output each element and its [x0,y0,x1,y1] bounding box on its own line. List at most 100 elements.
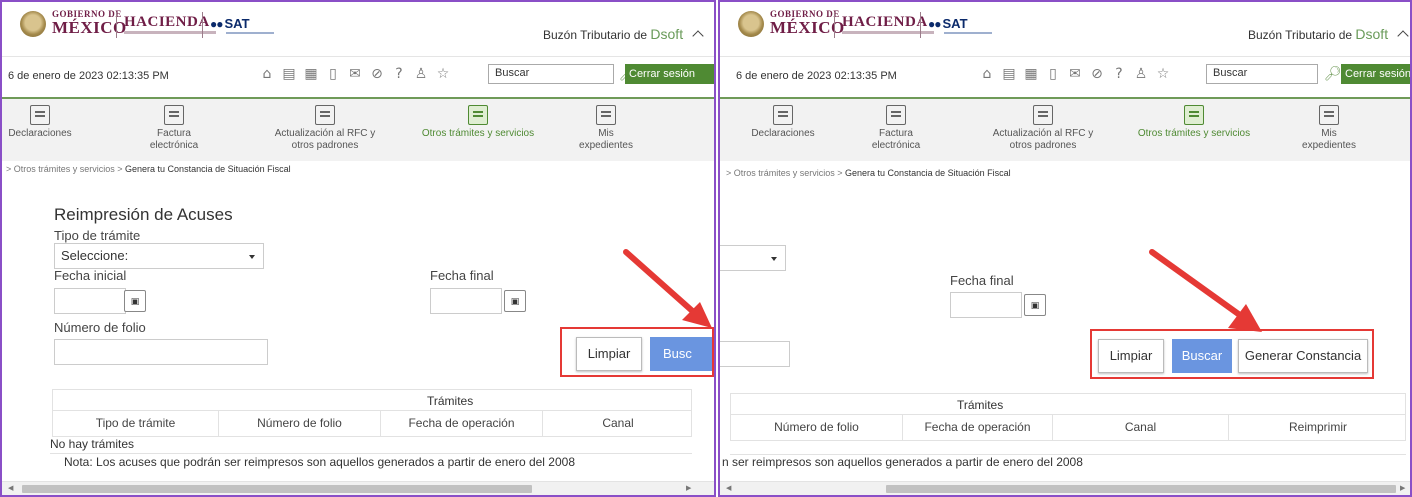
search-input[interactable]: Buscar [1206,64,1318,84]
mexico-seal-icon [738,11,764,37]
search-input[interactable]: Buscar [488,64,614,84]
scrollbar-thumb[interactable] [22,485,532,493]
buzon-tributario[interactable]: Buzón Tributario de Dsoft [543,26,705,42]
nav-actualizacion-rfc[interactable]: Actualización al RFC y otros padrones [978,105,1108,151]
compass-icon[interactable]: ⊘ [368,65,386,83]
screenshot-right: GOBIERNO DE MÉXICO HACIENDA ●● SAT Buzón … [718,0,1412,497]
logout-button[interactable]: Cerrar sesión [1341,64,1410,84]
column-header[interactable]: Fecha de operación [903,415,1053,440]
scroll-right-icon[interactable]: ▶ [686,484,691,492]
table-caption: Trámites [730,393,1406,415]
mexico-seal-icon [20,11,46,37]
home-icon[interactable]: ⌂ [258,65,276,83]
document-icon[interactable]: ▤ [1000,65,1018,83]
nav-mis-expedientes[interactable]: Mis expedientes [576,105,636,151]
hacienda-logo[interactable]: HACIENDA [124,14,210,31]
expedientes-icon [596,105,616,125]
logo-divider [920,12,921,38]
column-header[interactable]: Número de folio [731,415,903,440]
table-divider [50,453,692,454]
factura-icon [886,105,906,125]
nav-declaraciones[interactable]: Declaraciones [8,105,72,140]
book-icon[interactable]: ▯ [1044,65,1062,83]
scroll-left-icon[interactable]: ◀ [8,484,13,492]
highlight-box [1090,329,1374,379]
sat-dots-icon: ●● [928,17,941,31]
buzon-tributario[interactable]: Buzón Tributario de Dsoft [1248,26,1410,42]
column-header[interactable]: Canal [1053,415,1229,440]
sat-logo[interactable]: ●● SAT [928,16,968,31]
hacienda-logo[interactable]: HACIENDA [842,14,928,31]
calendar-icon[interactable]: ▦ [302,65,320,83]
calendar-icon[interactable]: ▣ [504,290,526,312]
chevron-up-icon[interactable] [692,30,705,42]
user-name: Dsoft [1355,26,1389,42]
site-header: GOBIERNO DE MÉXICO HACIENDA ●● SAT Buzón … [720,2,1410,56]
tipo-tramite-label: Tipo de trámite [54,228,141,243]
toolbar-icons: ⌂ ▤ ▦ ▯ ✉ ⊘ ? ♙ ☆ [258,65,452,83]
column-header[interactable]: Canal [543,411,693,436]
chevron-up-icon[interactable] [1397,30,1410,42]
book-icon[interactable]: ▯ [324,65,342,83]
compass-icon[interactable]: ⊘ [1088,65,1106,83]
nav-declaraciones[interactable]: Declaraciones [750,105,816,140]
main-nav: Declaraciones Factura electrónica Actual… [720,99,1410,161]
calendar-icon[interactable]: ▦ [1022,65,1040,83]
empty-table-message: No hay trámites [50,437,135,451]
document-icon[interactable]: ▤ [280,65,298,83]
calendar-icon[interactable]: ▣ [124,290,146,312]
nav-actualizacion-rfc[interactable]: Actualización al RFC y otros padrones [260,105,390,151]
fecha-final-input[interactable] [950,292,1022,318]
help-icon[interactable]: ? [1110,65,1128,83]
toolbar: 6 de enero de 2023 02:13:35 PM ⌂ ▤ ▦ ▯ ✉… [720,56,1410,99]
logout-button[interactable]: Cerrar sesión [625,64,714,84]
scroll-left-icon[interactable]: ◀ [726,484,731,492]
fecha-final-input[interactable] [430,288,502,314]
table-note: n ser reimpresos son aquellos generados … [722,455,1083,469]
column-header[interactable]: Reimprimir [1229,415,1407,440]
folio-label: Número de folio [54,320,146,335]
calendar-icon[interactable]: ▣ [1024,294,1046,316]
column-header[interactable]: Tipo de trámite [53,411,219,436]
nav-factura[interactable]: Factura electrónica [864,105,928,151]
toolbar: 6 de enero de 2023 02:13:35 PM ⌂ ▤ ▦ ▯ ✉… [2,56,714,99]
rfc-icon [315,105,335,125]
home-icon[interactable]: ⌂ [978,65,996,83]
sat-logo[interactable]: ●● SAT [210,16,250,31]
horizontal-scrollbar[interactable]: ◀ ▶ [2,481,714,495]
dropdown-caret-icon [249,255,255,259]
mail-icon[interactable]: ✉ [346,65,364,83]
nav-otros-tramites[interactable]: Otros trámites y servicios [1134,105,1254,140]
user-icon[interactable]: ♙ [1132,65,1150,83]
search-icon[interactable]: 🔎︎ [1324,65,1342,82]
user-icon[interactable]: ♙ [412,65,430,83]
column-header[interactable]: Número de folio [219,411,381,436]
fecha-inicial-input[interactable] [54,288,126,314]
declaraciones-icon [773,105,793,125]
comparison-stage: GOBIERNO DE MÉXICO HACIENDA ●● SAT Buzón … [0,0,1412,497]
star-icon[interactable]: ☆ [434,65,452,83]
tipo-tramite-select[interactable] [720,245,786,271]
screenshot-left: GOBIERNO DE MÉXICO HACIENDA ●● SAT Buzón … [0,0,716,497]
nav-mis-expedientes[interactable]: Mis expedientes [1294,105,1364,151]
fecha-final-label: Fecha final [950,273,1014,288]
mail-icon[interactable]: ✉ [1066,65,1084,83]
red-arrow-icon [623,249,712,328]
folio-input[interactable] [720,341,790,367]
scrollbar-thumb[interactable] [886,485,1396,493]
otros-tramites-icon [468,105,488,125]
column-header[interactable]: Fecha de operación [381,411,543,436]
toolbar-icons: ⌂ ▤ ▦ ▯ ✉ ⊘ ? ♙ ☆ [978,65,1172,83]
folio-input[interactable] [54,339,268,365]
table-header: Número de folio Fecha de operación Canal… [730,415,1406,441]
nav-otros-tramites[interactable]: Otros trámites y servicios [418,105,538,140]
table-header: Tipo de trámite Número de folio Fecha de… [52,411,692,437]
star-icon[interactable]: ☆ [1154,65,1172,83]
tipo-tramite-select[interactable]: Seleccione: [54,243,264,269]
otros-tramites-icon [1184,105,1204,125]
horizontal-scrollbar[interactable]: ◀ ▶ [720,481,1410,495]
scroll-right-icon[interactable]: ▶ [1400,484,1405,492]
nav-factura[interactable]: Factura electrónica [142,105,206,151]
help-icon[interactable]: ? [390,65,408,83]
breadcrumb: > Otros trámites y servicios > Genera tu… [6,164,291,174]
